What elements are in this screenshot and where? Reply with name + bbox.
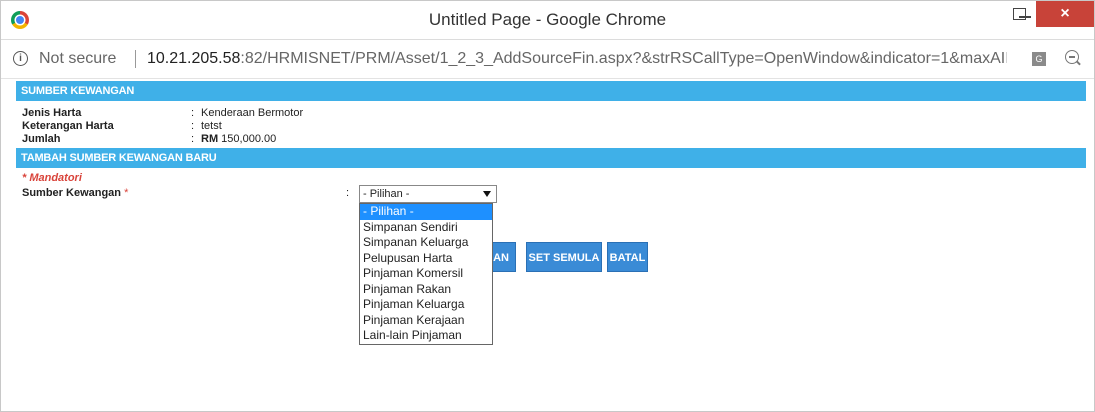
field-label-text: Sumber Kewangan	[22, 187, 122, 199]
amount-value: 150,000.00	[221, 133, 277, 145]
sumber-kewangan-select[interactable]: - Pilihan -	[359, 185, 497, 203]
address-separator	[135, 50, 136, 68]
cancel-button[interactable]: BATAL	[607, 242, 648, 272]
mandatory-note: * Mandatori	[22, 172, 82, 184]
dropdown-option[interactable]: Pinjaman Komersil	[360, 266, 492, 282]
dropdown-option[interactable]: Simpanan Keluarga	[360, 235, 492, 251]
field-colon: :	[346, 187, 350, 199]
dropdown-option[interactable]: Pinjaman Rakan	[360, 282, 492, 298]
close-button[interactable]: ×	[1036, 1, 1094, 27]
field-label-sumber-kewangan: Sumber Kewangan *	[22, 187, 128, 199]
info-icon[interactable]: i	[13, 51, 28, 66]
maximize-button[interactable]	[1001, 1, 1037, 29]
info-value: tetst	[201, 120, 222, 132]
dropdown-option[interactable]: Pinjaman Kerajaan	[360, 313, 492, 329]
translate-icon[interactable]: G	[1032, 52, 1046, 66]
dropdown-option[interactable]: Pelupusan Harta	[360, 251, 492, 267]
url-host: 10.21.205.58	[147, 50, 241, 67]
info-label: Keterangan Harta	[22, 120, 114, 132]
title-bar: Untitled Page - Google Chrome ×	[1, 1, 1094, 40]
reset-button[interactable]: SET SEMULA	[526, 242, 602, 272]
info-colon: :	[191, 107, 195, 119]
address-bar[interactable]: i Not secure 10.21.205.58:82/HRMISNET/PR…	[1, 40, 1094, 79]
info-label: Jumlah	[22, 133, 61, 145]
info-colon: :	[191, 120, 195, 132]
info-row-jumlah: Jumlah : RM 150,000.00	[16, 133, 1086, 146]
page-content: SUMBER KEWANGAN Jenis Harta : Kenderaan …	[16, 81, 1086, 345]
sumber-kewangan-options: - Pilihan - Simpanan Sendiri Simpanan Ke…	[359, 203, 493, 345]
url-path: :82/HRMISNET/PRM/Asset/1_2_3_AddSourceFi…	[240, 50, 1007, 67]
section-header-sumber-kewangan: SUMBER KEWANGAN	[16, 81, 1086, 101]
maximize-icon	[1012, 8, 1026, 20]
section-header-tambah-sumber: TAMBAH SUMBER KEWANGAN BARU	[16, 148, 1086, 168]
browser-window: Untitled Page - Google Chrome × i Not se…	[0, 0, 1095, 412]
info-label: Jenis Harta	[22, 107, 82, 119]
required-mark: *	[124, 187, 129, 199]
dropdown-option[interactable]: Pinjaman Keluarga	[360, 297, 492, 313]
info-value: RM 150,000.00	[201, 133, 276, 146]
info-row-keterangan-harta: Keterangan Harta : tetst	[16, 120, 1086, 133]
select-value: - Pilihan -	[363, 188, 410, 200]
zoom-out-icon[interactable]	[1065, 50, 1079, 64]
security-label[interactable]: Not secure	[39, 50, 116, 68]
info-value: Kenderaan Bermotor	[201, 107, 304, 119]
window-title: Untitled Page - Google Chrome	[428, 10, 667, 29]
close-icon: ×	[1060, 5, 1070, 22]
dropdown-option[interactable]: - Pilihan -	[360, 204, 492, 220]
currency-label: RM	[201, 133, 219, 145]
sumber-kewangan-row: Sumber Kewangan * : - Pilihan - - Piliha…	[16, 185, 1086, 345]
dropdown-option[interactable]: Lain-lain Pinjaman	[360, 328, 492, 344]
dropdown-option[interactable]: Simpanan Sendiri	[360, 220, 492, 236]
info-colon: :	[191, 133, 195, 145]
info-row-jenis-harta: Jenis Harta : Kenderaan Bermotor	[16, 107, 1086, 120]
url-text[interactable]: 10.21.205.58:82/HRMISNET/PRM/Asset/1_2_3…	[147, 50, 1007, 68]
chevron-down-icon	[483, 191, 491, 197]
